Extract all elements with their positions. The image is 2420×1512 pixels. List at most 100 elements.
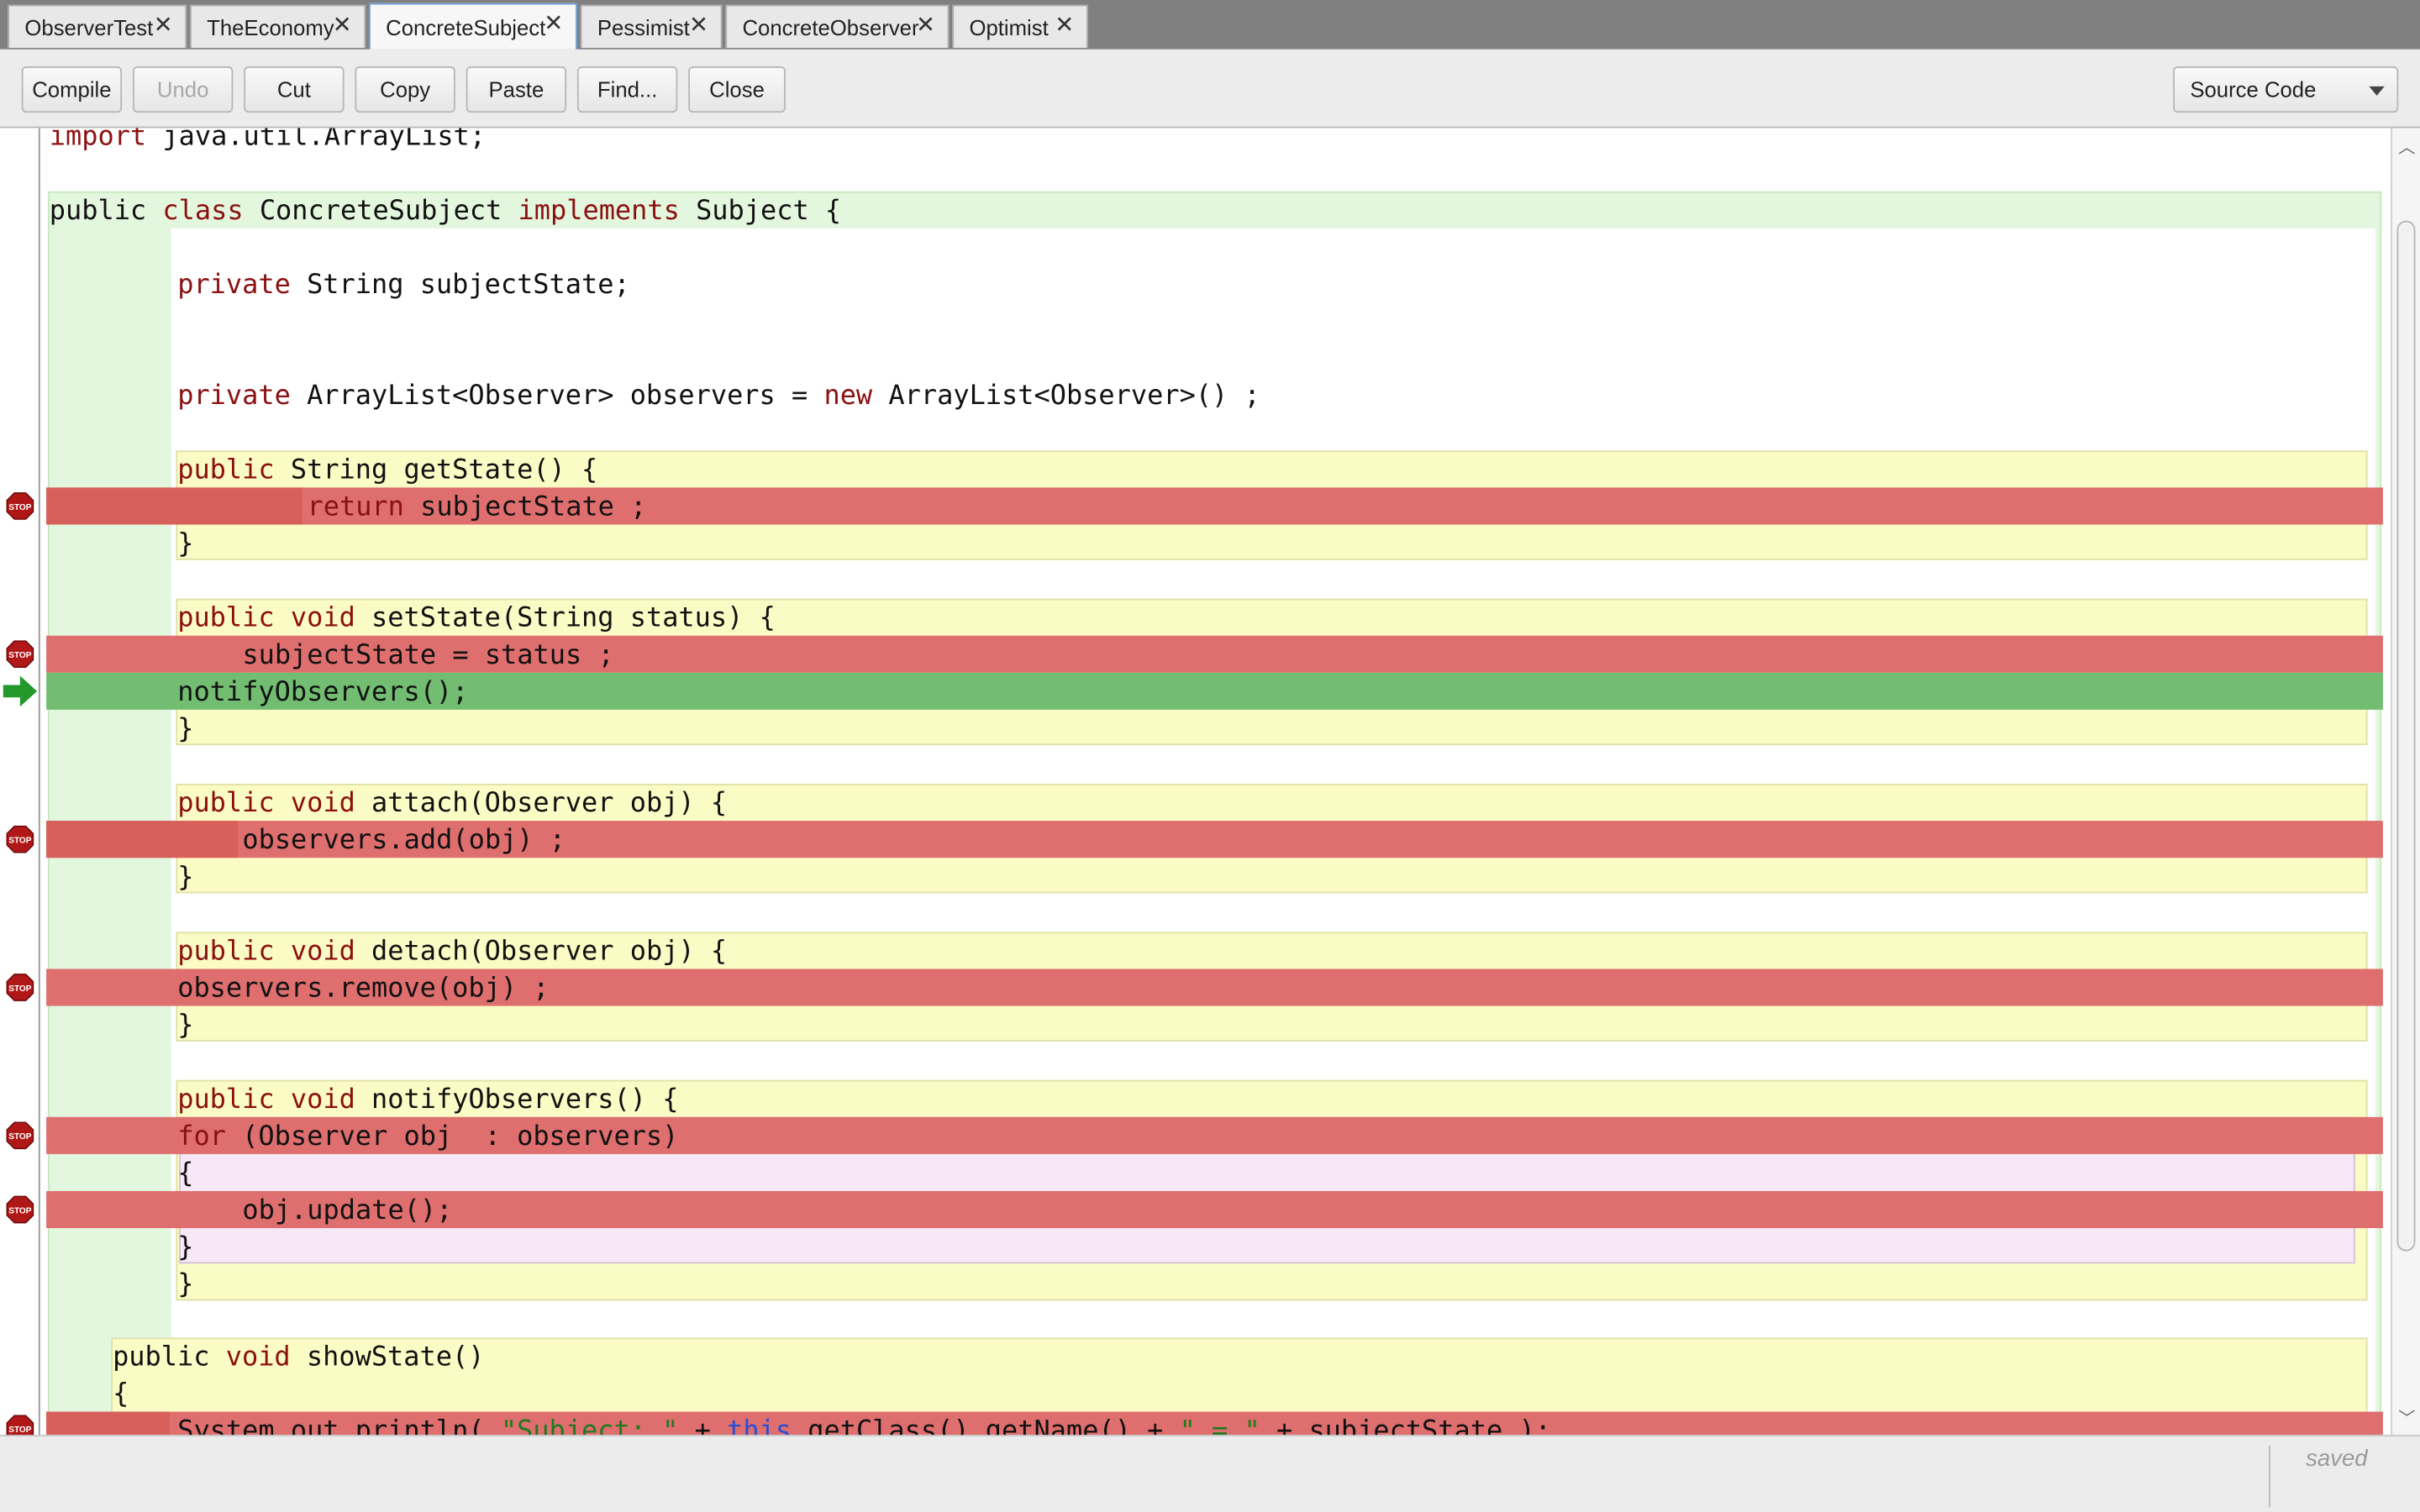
breakpoint-indent	[46, 1411, 171, 1436]
tab-label: Optimist	[969, 14, 1049, 39]
keyword: void	[290, 603, 355, 634]
stop-sign-icon[interactable]: STOP	[6, 974, 34, 1001]
close-icon[interactable]: ✕	[916, 13, 935, 39]
code-text: ArrayList<Observer>() ;	[872, 381, 1260, 412]
stop-sign-icon[interactable]: STOP	[6, 1415, 34, 1436]
close-icon[interactable]: ✕	[333, 13, 352, 39]
stop-sign-icon[interactable]: STOP	[6, 640, 34, 669]
tab-concretesubject[interactable]: ConcreteSubject ✕	[368, 3, 577, 50]
code-line-import: import java.util.ArrayList;	[50, 128, 486, 155]
code-line-brace: }	[177, 862, 194, 894]
code-text: java.util.ArrayList;	[146, 128, 487, 153]
scroll-down-icon[interactable]: ﹀	[2398, 1405, 2415, 1430]
code-text: setState(String status) {	[355, 603, 776, 634]
code-line-brace: }	[177, 528, 194, 560]
code-text: public	[49, 196, 147, 227]
stop-sign-icon[interactable]: STOP	[6, 1195, 34, 1224]
code-line-field-observers: private ArrayList<Observer> observers = …	[177, 378, 1260, 415]
keyword: this	[727, 1416, 792, 1436]
tab-label: ConcreteObserver	[742, 14, 919, 39]
code-text: detach(Observer obj) {	[355, 936, 728, 968]
tab-label: ObserverTest	[24, 14, 154, 39]
code-line-getstate-sig: public String getState() {	[177, 452, 597, 489]
paste-button[interactable]: Paste	[466, 66, 567, 113]
tab-theeconomy[interactable]: TheEconomy ✕	[189, 4, 366, 48]
stop-sign-icon[interactable]: STOP	[6, 825, 34, 853]
toolbar: Compile Undo Cut Copy Paste Find... Clos…	[0, 49, 2420, 129]
code-text: Subject {	[679, 196, 842, 227]
close-icon[interactable]: ✕	[154, 13, 173, 39]
code-line-attach-sig: public void attach(Observer obj) {	[177, 785, 727, 822]
code-text: (Observer obj : observers)	[225, 1121, 679, 1153]
keyword: private	[177, 270, 291, 302]
tab-concreteobserver[interactable]: ConcreteObserver ✕	[725, 4, 950, 48]
code-text: System.out.println(	[177, 1416, 501, 1436]
code-text: notifyObservers() {	[355, 1084, 679, 1116]
code-line-showstate-sig: public void showState()	[113, 1339, 484, 1376]
code-line-println: System.out.println( "Subject: " + this.g…	[177, 1413, 1551, 1435]
tab-observertest[interactable]: ObserverTest ✕	[8, 4, 187, 48]
breakpoint-gutter[interactable]	[0, 128, 40, 1436]
code-line-setstate-sig: public void setState(String status) {	[177, 600, 776, 637]
vertical-scrollbar[interactable]: ︿ ﹀	[2391, 128, 2420, 1436]
code-line-brace: }	[177, 1011, 194, 1042]
code-line-field-state: private String subjectState;	[177, 267, 629, 304]
keyword: public	[177, 1084, 275, 1116]
code-text: + subjectState );	[1260, 1416, 1551, 1436]
close-button[interactable]: Close	[688, 66, 786, 113]
status-bar: saved	[0, 1435, 2420, 1512]
green-arrow-icon	[3, 675, 38, 707]
keyword: public	[177, 936, 275, 968]
cut-button[interactable]: Cut	[244, 66, 345, 113]
code-line-brace: }	[177, 714, 194, 746]
keyword: class	[162, 196, 244, 227]
close-icon[interactable]: ✕	[1055, 13, 1074, 39]
close-icon[interactable]: ✕	[544, 12, 563, 37]
scrollbar-thumb[interactable]	[2396, 220, 2416, 1252]
code-text: subjectState ;	[403, 491, 647, 523]
code-text: String getState() {	[274, 454, 598, 486]
code-text: attach(Observer obj) {	[355, 788, 728, 820]
keyword: return	[307, 491, 404, 523]
code-text: String subjectState;	[290, 270, 630, 302]
stop-label: STOP	[8, 1132, 32, 1142]
code-text: .getClass().getName() +	[792, 1416, 1180, 1436]
view-select-value: Source Code	[2190, 76, 2317, 102]
code-line-setstate-assign: subjectState = status ;	[242, 640, 614, 671]
code-line-attach-body: observers.add(obj) ;	[242, 825, 566, 857]
find-button[interactable]: Find...	[576, 66, 678, 113]
code-line-brace: {	[113, 1379, 129, 1410]
code-line-brace: {	[177, 1158, 194, 1190]
breakpoint-indent	[46, 487, 302, 525]
tab-pessimist[interactable]: Pessimist ✕	[580, 4, 723, 48]
compile-button[interactable]: Compile	[21, 66, 123, 113]
code-text: public	[113, 1341, 210, 1373]
scroll-up-icon[interactable]: ︿	[2398, 134, 2415, 159]
code-text: ArrayList<Observer> observers =	[290, 381, 824, 412]
keyword: void	[290, 788, 355, 820]
breakpoint-indent	[46, 821, 238, 858]
keyword: private	[177, 381, 291, 412]
keyword: public	[177, 603, 275, 634]
string-literal: "Subject: "	[500, 1416, 679, 1436]
view-select[interactable]: Source Code	[2173, 66, 2399, 113]
tab-label: Pessimist	[597, 14, 690, 39]
keyword: import	[49, 128, 147, 153]
keyword: public	[177, 454, 275, 486]
copy-button[interactable]: Copy	[355, 66, 455, 113]
tab-bar: ObserverTest ✕ TheEconomy ✕ ConcreteSubj…	[0, 0, 2420, 50]
code-line-detach-sig: public void detach(Observer obj) {	[177, 933, 727, 970]
stop-label: STOP	[8, 1425, 32, 1435]
code-line-class-decl: public class ConcreteSubject implements …	[50, 193, 841, 230]
stop-label: STOP	[8, 1206, 32, 1215]
code-editor[interactable]: import java.util.ArrayList; public class…	[0, 128, 2420, 1436]
stop-sign-icon[interactable]: STOP	[6, 1121, 34, 1150]
tab-optimist[interactable]: Optimist ✕	[952, 4, 1088, 48]
close-icon[interactable]: ✕	[689, 13, 708, 39]
code-line-for: for (Observer obj : observers)	[177, 1119, 678, 1156]
stop-label: STOP	[8, 837, 32, 846]
keyword: public	[177, 788, 275, 820]
undo-button[interactable]: Undo	[132, 66, 234, 113]
stop-sign-icon[interactable]: STOP	[6, 492, 34, 520]
code-line-getstate-return: return subjectState ;	[308, 489, 647, 526]
